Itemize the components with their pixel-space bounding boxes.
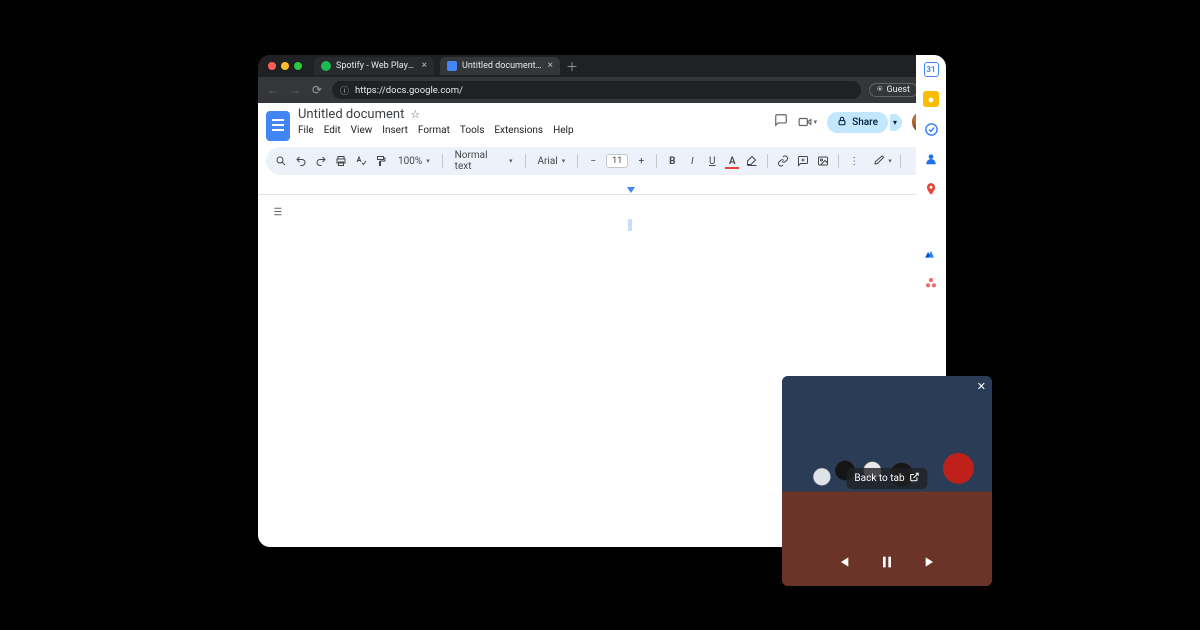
insert-comment-icon[interactable] [796, 155, 810, 167]
search-icon[interactable] [274, 155, 288, 167]
profile-chip[interactable]: ⍟ Guest [869, 83, 918, 97]
window-controls [268, 62, 302, 70]
share-dropdown[interactable]: ▾ [890, 114, 902, 131]
picture-in-picture-window[interactable]: ✕ Back to tab [782, 376, 992, 586]
meet-icon[interactable]: ▾ [798, 115, 818, 129]
back-to-tab-button[interactable]: Back to tab [846, 468, 927, 489]
insert-link-icon[interactable] [776, 155, 790, 167]
docs-logo[interactable] [266, 111, 290, 141]
back-button[interactable]: ← [266, 83, 280, 97]
text-color-button[interactable]: A [725, 156, 739, 167]
header-actions: ▾ Share ▾ [774, 111, 934, 133]
close-tab-icon[interactable]: × [548, 61, 553, 71]
url-bar: ← → ⟳ ⓘ https://docs.google.com/ ⍟ Guest… [258, 77, 946, 103]
contacts-icon[interactable] [923, 151, 939, 167]
highlight-button[interactable] [745, 155, 759, 167]
font-dropdown[interactable]: Arial▾ [533, 156, 569, 167]
docs-icon [447, 61, 457, 71]
profile-icon: ⍟ [877, 85, 882, 95]
formatting-toolbar: 100%▾ Normal text▾ Arial▾ − 11 + B [266, 147, 938, 175]
menu-bar: File Edit View Insert Format Tools Exten… [298, 125, 574, 136]
menu-insert[interactable]: Insert [382, 125, 408, 136]
tab-title: Spotify - Web Player: Music f [336, 61, 417, 71]
font-size-decrease[interactable]: − [586, 156, 600, 167]
underline-button[interactable]: U [705, 156, 719, 167]
title-menu-block: Untitled document ☆ File Edit View Inser… [298, 107, 574, 136]
new-tab-button[interactable]: ＋ [566, 58, 578, 75]
forward-button[interactable]: → [288, 83, 302, 97]
address-field[interactable]: ⓘ https://docs.google.com/ [332, 81, 861, 99]
pause-button[interactable] [879, 554, 895, 574]
menu-tools[interactable]: Tools [460, 125, 484, 136]
undo-icon[interactable] [294, 155, 308, 167]
tab-strip: Spotify - Web Player: Music f × Untitled… [258, 55, 946, 77]
asana-icon[interactable] [923, 275, 939, 291]
spellcheck-icon[interactable] [354, 155, 368, 167]
next-track-button[interactable] [923, 554, 939, 574]
lock-icon [837, 116, 847, 129]
editing-mode-button[interactable]: ▾ [873, 155, 892, 167]
font-size-increase[interactable]: + [634, 156, 648, 167]
previous-track-button[interactable] [835, 554, 851, 574]
text-cursor [628, 219, 632, 231]
menu-format[interactable]: Format [418, 125, 450, 136]
close-tab-icon[interactable]: × [422, 61, 427, 71]
paint-format-icon[interactable] [374, 155, 388, 167]
redo-icon[interactable] [314, 155, 328, 167]
star-icon[interactable]: ☆ [410, 108, 420, 121]
more-tools-icon[interactable]: ⋮ [847, 156, 861, 167]
maps-icon[interactable] [923, 181, 939, 197]
pip-close-button[interactable]: ✕ [977, 380, 986, 393]
print-icon[interactable] [334, 155, 348, 167]
insert-image-icon[interactable] [816, 155, 830, 167]
calendar-icon[interactable]: 31 [924, 62, 939, 77]
ruler[interactable] [258, 179, 946, 195]
back-to-tab-label: Back to tab [854, 473, 904, 484]
minimize-window[interactable] [281, 62, 289, 70]
profile-label: Guest [887, 85, 910, 95]
tab-docs[interactable]: Untitled document - Google D × [440, 57, 560, 75]
close-window[interactable] [268, 62, 276, 70]
comments-icon[interactable] [774, 113, 788, 131]
bold-button[interactable]: B [665, 156, 679, 167]
secure-icon: ⓘ [340, 84, 349, 97]
docs-header: Untitled document ☆ File Edit View Inser… [258, 103, 946, 141]
style-dropdown[interactable]: Normal text▾ [451, 150, 517, 172]
reload-button[interactable]: ⟳ [310, 83, 324, 97]
font-size-input[interactable]: 11 [606, 154, 628, 168]
atlassian-icon[interactable] [923, 245, 939, 261]
share-button[interactable]: Share [827, 112, 888, 133]
italic-button[interactable]: I [685, 156, 699, 167]
menu-view[interactable]: View [351, 125, 373, 136]
side-panel: 31 ● [916, 55, 946, 291]
zoom-dropdown[interactable]: 100%▾ [394, 156, 434, 167]
menu-file[interactable]: File [298, 125, 314, 136]
external-link-icon [910, 472, 920, 485]
pip-controls [782, 554, 992, 574]
url-text: https://docs.google.com/ [355, 85, 463, 96]
menu-edit[interactable]: Edit [324, 125, 341, 136]
menu-help[interactable]: Help [553, 125, 573, 136]
tab-title: Untitled document - Google D [462, 61, 543, 71]
outline-toggle-icon[interactable] [270, 205, 283, 221]
share-label: Share [852, 117, 878, 128]
tasks-icon[interactable] [923, 121, 939, 137]
keep-icon[interactable]: ● [923, 91, 939, 107]
tab-spotify[interactable]: Spotify - Web Player: Music f × [314, 57, 434, 75]
doc-title[interactable]: Untitled document [298, 107, 404, 122]
menu-extensions[interactable]: Extensions [494, 125, 543, 136]
spotify-icon [321, 61, 331, 71]
maximize-window[interactable] [294, 62, 302, 70]
indent-left-marker[interactable] [627, 187, 635, 193]
